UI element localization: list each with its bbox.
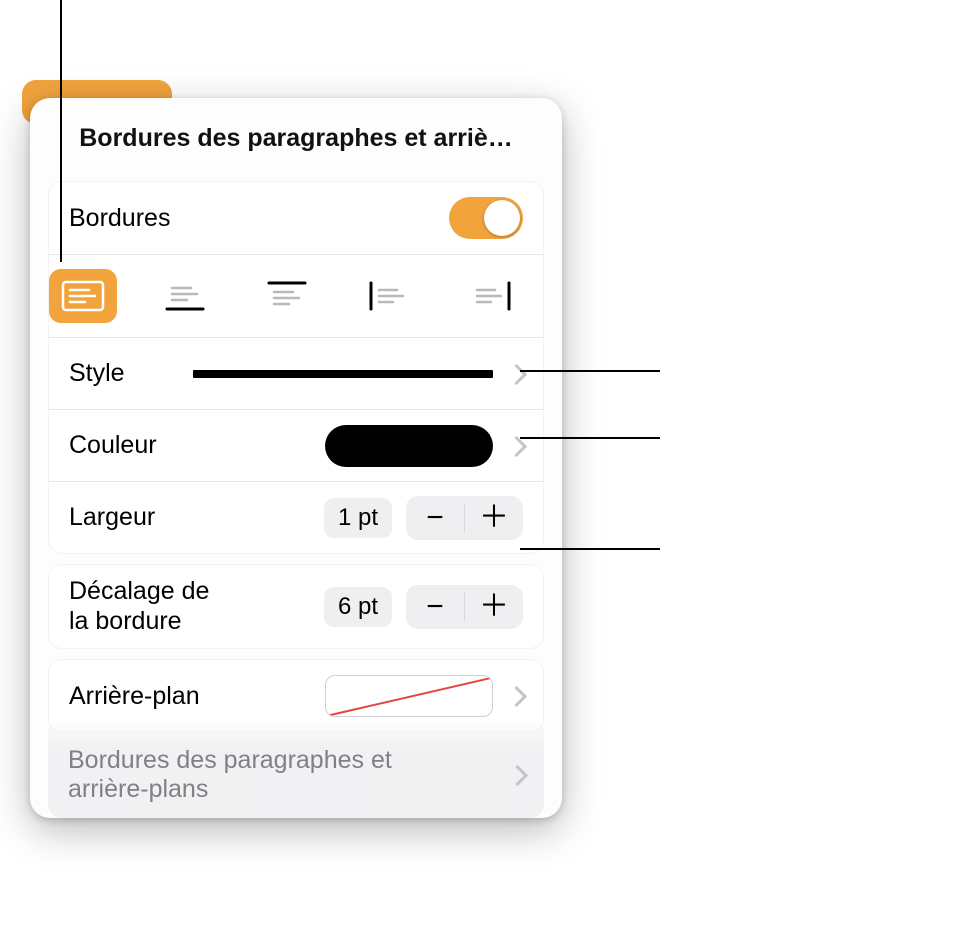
borders-toggle-row: Bordures — [49, 182, 543, 254]
color-row[interactable]: Couleur — [49, 409, 543, 481]
chevron-right-icon — [507, 683, 523, 709]
border-left-icon — [367, 280, 411, 312]
borders-toggle[interactable] — [449, 197, 523, 239]
borders-label: Bordures — [69, 204, 170, 233]
background-label: Arrière-plan — [69, 682, 200, 711]
offset-card: Décalage de la bordure 6 pt − ＋ — [48, 564, 544, 649]
border-right-icon — [469, 280, 513, 312]
offset-value: 6 pt — [324, 587, 392, 627]
callout-leader-borders — [60, 0, 62, 262]
width-decrease-button[interactable]: − — [406, 496, 464, 540]
chevron-right-icon — [507, 361, 523, 387]
width-label: Largeur — [69, 503, 155, 532]
border-position-left[interactable] — [355, 269, 423, 323]
color-swatch — [325, 425, 493, 467]
offset-increase-button[interactable]: ＋ — [465, 585, 523, 629]
border-position-bottom[interactable] — [151, 269, 219, 323]
offset-decrease-button[interactable]: − — [406, 585, 464, 629]
offset-stepper: − ＋ — [406, 585, 523, 629]
color-label: Couleur — [69, 431, 157, 460]
offset-row: Décalage de la bordure 6 pt − ＋ — [49, 565, 543, 648]
border-bottom-icon — [163, 280, 207, 312]
callout-leader-color — [520, 370, 660, 372]
style-label: Style — [69, 359, 125, 388]
chevron-right-icon — [508, 762, 524, 788]
line-style-preview — [193, 370, 493, 378]
callout-leader-width — [520, 437, 660, 439]
source-item-label: Bordures des paragraphes et arrière-plan… — [68, 746, 392, 805]
border-position-all[interactable] — [49, 269, 117, 323]
borders-card: Bordures — [48, 181, 544, 554]
source-list-item[interactable]: Bordures des paragraphes et arrière-plan… — [48, 718, 544, 818]
style-row[interactable]: Style — [49, 337, 543, 409]
popover-title: Bordures des paragraphes et arriè… — [30, 116, 562, 171]
border-all-icon — [61, 280, 105, 312]
border-position-right[interactable] — [457, 269, 525, 323]
width-stepper: − ＋ — [406, 496, 523, 540]
border-position-top[interactable] — [253, 269, 321, 323]
border-top-icon — [265, 280, 309, 312]
width-value: 1 pt — [324, 498, 392, 538]
no-fill-swatch — [325, 675, 493, 717]
paragraph-borders-popover: Bordures des paragraphes et arriè… Bordu… — [30, 98, 562, 818]
offset-label: Décalage de la bordure — [69, 565, 209, 648]
width-increase-button[interactable]: ＋ — [465, 496, 523, 540]
toggle-knob — [484, 200, 520, 236]
border-position-segments — [49, 254, 543, 337]
width-row: Largeur 1 pt − ＋ — [49, 481, 543, 553]
callout-leader-offset — [520, 548, 660, 550]
